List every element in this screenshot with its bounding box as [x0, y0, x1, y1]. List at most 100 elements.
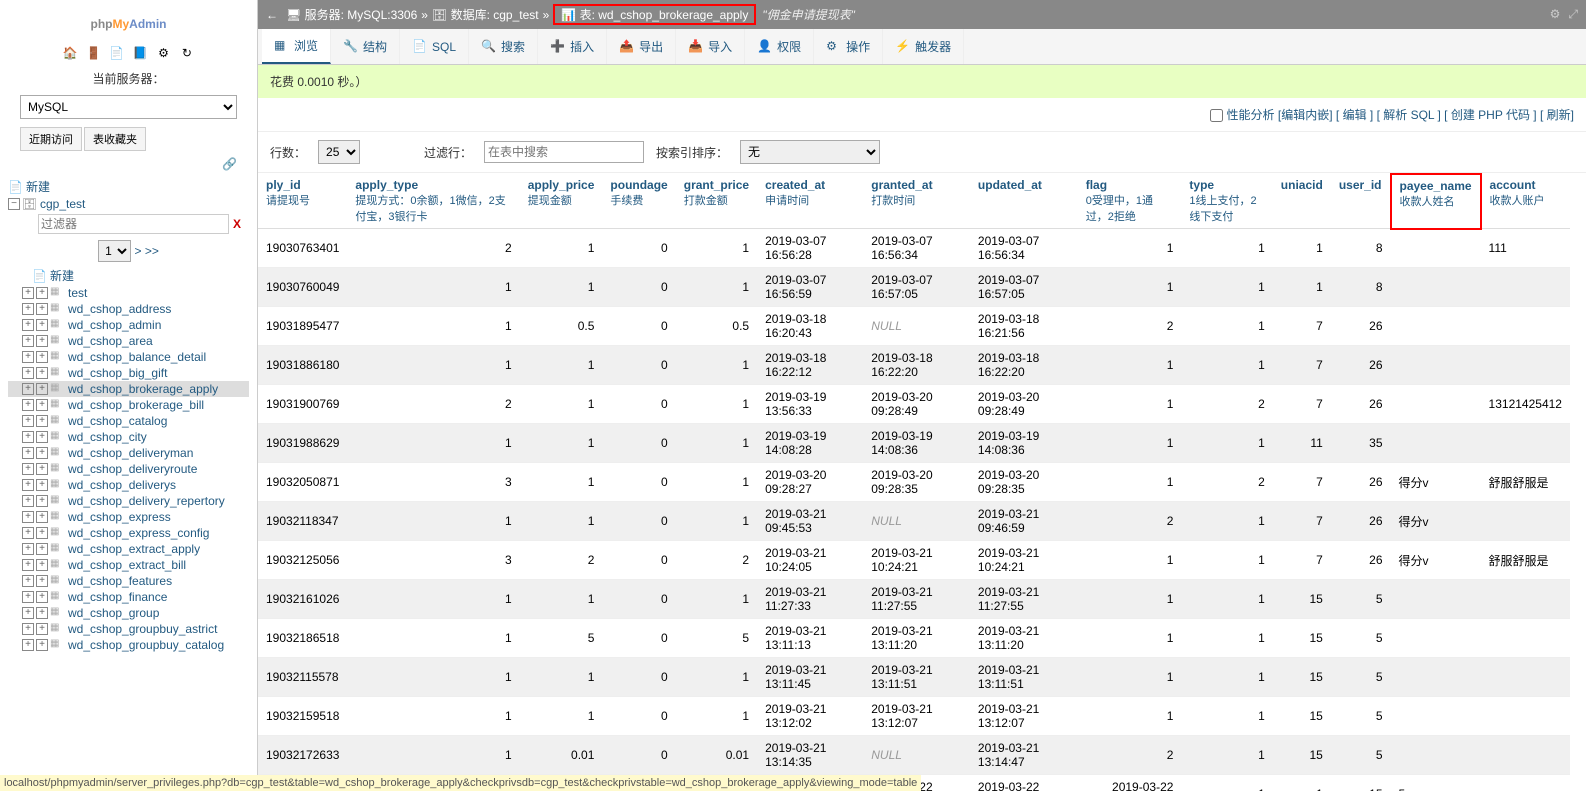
tab-权限[interactable]: 👤权限	[745, 29, 814, 64]
sql-icon[interactable]: 📄	[109, 46, 125, 62]
filter-clear[interactable]: X	[233, 217, 241, 231]
table-row[interactable]: 1903189547710.500.52019-03-18 16:20:43NU…	[258, 307, 1586, 346]
tab-recent[interactable]: 近期访问	[20, 127, 82, 151]
table-row[interactable]: 1903218651815052019-03-21 13:11:132019-0…	[258, 619, 1586, 658]
tab-favorites[interactable]: 表收藏夹	[84, 127, 146, 151]
expand-icon[interactable]: +	[22, 479, 34, 491]
expand-icon[interactable]: +	[22, 319, 34, 331]
expand-icon[interactable]: +	[36, 383, 48, 395]
expand-icon[interactable]: +	[36, 623, 48, 635]
gear-icon[interactable]: ⚙	[156, 46, 172, 62]
expand-icon[interactable]: +	[22, 623, 34, 635]
tree-filter[interactable]	[38, 214, 229, 234]
expand-icon[interactable]: +	[22, 447, 34, 459]
expand-icon[interactable]: +	[22, 383, 34, 395]
expand-icon[interactable]: +	[36, 543, 48, 555]
table-wd_cshop_admin[interactable]: ++▦wd_cshop_admin	[8, 317, 249, 333]
table-row[interactable]: 1903076340121012019-03-07 16:56:282019-0…	[258, 229, 1586, 268]
table-wd_cshop_brokerage_bill[interactable]: ++▦wd_cshop_brokerage_bill	[8, 397, 249, 413]
filter-input[interactable]	[484, 141, 644, 163]
link-icon[interactable]: 🔗	[0, 155, 257, 173]
table-row[interactable]: 1903190076921012019-03-19 13:56:332019-0…	[258, 385, 1586, 424]
tree-next[interactable]: > >>	[134, 244, 158, 258]
edit-link[interactable]: 编辑	[1343, 108, 1367, 122]
edit-inline[interactable]: 编辑内嵌	[1281, 108, 1329, 122]
table-wd_cshop_group[interactable]: ++▦wd_cshop_group	[8, 605, 249, 621]
expand-icon[interactable]: +	[36, 607, 48, 619]
col-account[interactable]: account收款人账户	[1481, 174, 1570, 229]
table-wd_cshop_finance[interactable]: ++▦wd_cshop_finance	[8, 589, 249, 605]
expand-icon[interactable]: +	[22, 367, 34, 379]
expand-icon[interactable]: +	[22, 607, 34, 619]
settings-icon[interactable]: ⚙	[1550, 7, 1561, 21]
table-wd_cshop_city[interactable]: ++▦wd_cshop_city	[8, 429, 249, 445]
table-wd_cshop_groupbuy_catalog[interactable]: ++▦wd_cshop_groupbuy_catalog	[8, 637, 249, 653]
col-apply_type[interactable]: apply_type提现方式：0余额，1微信，2支付宝，3银行卡	[347, 174, 519, 229]
table-row[interactable]: 1903076004911012019-03-07 16:56:592019-0…	[258, 268, 1586, 307]
expand-icon[interactable]: +	[22, 351, 34, 363]
expand-icon[interactable]: +	[22, 543, 34, 555]
table-wd_cshop_catalog[interactable]: ++▦wd_cshop_catalog	[8, 413, 249, 429]
col-updated_at[interactable]: updated_at	[970, 174, 1078, 229]
table-wd_cshop_area[interactable]: ++▦wd_cshop_area	[8, 333, 249, 349]
exit-icon[interactable]: 🚪	[85, 46, 101, 62]
home-icon[interactable]: 🏠	[62, 46, 78, 62]
expand-icon[interactable]: +	[36, 447, 48, 459]
php-link[interactable]: 创建 PHP 代码	[1451, 108, 1530, 122]
expand-icon[interactable]: +	[22, 335, 34, 347]
bc-table[interactable]: 表: wd_cshop_brokerage_apply	[580, 8, 749, 22]
table-test[interactable]: ++▦test	[8, 285, 249, 301]
table-row[interactable]: 1903216102611012019-03-21 11:27:332019-0…	[258, 580, 1586, 619]
tab-操作[interactable]: ⚙操作	[814, 29, 883, 64]
table-wd_cshop_big_gift[interactable]: ++▦wd_cshop_big_gift	[8, 365, 249, 381]
perf-checkbox[interactable]	[1210, 109, 1223, 122]
expand-icon[interactable]: +	[22, 415, 34, 427]
tab-触发器[interactable]: ⚡触发器	[883, 29, 964, 64]
table-wd_cshop_deliveryman[interactable]: ++▦wd_cshop_deliveryman	[8, 445, 249, 461]
bc-server[interactable]: 服务器: MySQL:3306	[305, 8, 418, 22]
tab-SQL[interactable]: 📄SQL	[400, 29, 469, 64]
expand-icon[interactable]: +	[36, 527, 48, 539]
table-row[interactable]: 1903211834711012019-03-21 09:45:53NULL20…	[258, 502, 1586, 541]
table-row[interactable]: 1903215951811012019-03-21 13:12:022019-0…	[258, 697, 1586, 736]
table-wd_cshop_extract_apply[interactable]: ++▦wd_cshop_extract_apply	[8, 541, 249, 557]
table-row[interactable]: 1903211557811012019-03-21 13:11:452019-0…	[258, 658, 1586, 697]
col-created_at[interactable]: created_at申请时间	[757, 174, 863, 229]
tree-new[interactable]: 📄新建	[8, 177, 249, 196]
expand-icon[interactable]: +	[36, 591, 48, 603]
expand-icon[interactable]: +	[36, 511, 48, 523]
table-row[interactable]: 1903198862911012019-03-19 14:08:282019-0…	[258, 424, 1586, 463]
expand-icon[interactable]: +	[22, 287, 34, 299]
expand-icon[interactable]: +	[22, 511, 34, 523]
table-wd_cshop_delivery_repertory[interactable]: ++▦wd_cshop_delivery_repertory	[8, 493, 249, 509]
expand-icon[interactable]: +	[22, 559, 34, 571]
col-uniacid[interactable]: uniacid	[1273, 174, 1331, 229]
expand-icon[interactable]: +	[36, 303, 48, 315]
col-grant_price[interactable]: grant_price打款金额	[676, 174, 757, 229]
expand-icon[interactable]: +	[36, 399, 48, 411]
expand-icon[interactable]: +	[36, 575, 48, 587]
table-wd_cshop_features[interactable]: ++▦wd_cshop_features	[8, 573, 249, 589]
table-wd_cshop_address[interactable]: ++▦wd_cshop_address	[8, 301, 249, 317]
expand-icon[interactable]: +	[36, 463, 48, 475]
col-granted_at[interactable]: granted_at打款时间	[863, 174, 970, 229]
expand-icon[interactable]: +	[36, 495, 48, 507]
explain-link[interactable]: 解析 SQL	[1383, 108, 1434, 122]
sort-select[interactable]: 无	[740, 140, 880, 164]
table-row[interactable]: 1903205087131012019-03-20 09:28:272019-0…	[258, 463, 1586, 502]
server-select[interactable]: MySQL	[20, 95, 237, 119]
expand-icon[interactable]: +	[36, 431, 48, 443]
tab-结构[interactable]: 🔧结构	[331, 29, 400, 64]
col-poundage[interactable]: poundage手续费	[602, 174, 675, 229]
table-wd_cshop_deliverys[interactable]: ++▦wd_cshop_deliverys	[8, 477, 249, 493]
expand-icon[interactable]: +	[22, 639, 34, 651]
col-user_id[interactable]: user_id	[1331, 174, 1391, 229]
expand-icon[interactable]: +	[36, 415, 48, 427]
table-wd_cshop_extract_bill[interactable]: ++▦wd_cshop_extract_bill	[8, 557, 249, 573]
table-wd_cshop_express[interactable]: ++▦wd_cshop_express	[8, 509, 249, 525]
tab-浏览[interactable]: ▦浏览	[262, 29, 331, 64]
expand-icon[interactable]: +	[22, 591, 34, 603]
tab-搜索[interactable]: 🔍搜索	[469, 29, 538, 64]
table-wd_cshop_balance_detail[interactable]: ++▦wd_cshop_balance_detail	[8, 349, 249, 365]
expand-icon[interactable]: +	[22, 463, 34, 475]
